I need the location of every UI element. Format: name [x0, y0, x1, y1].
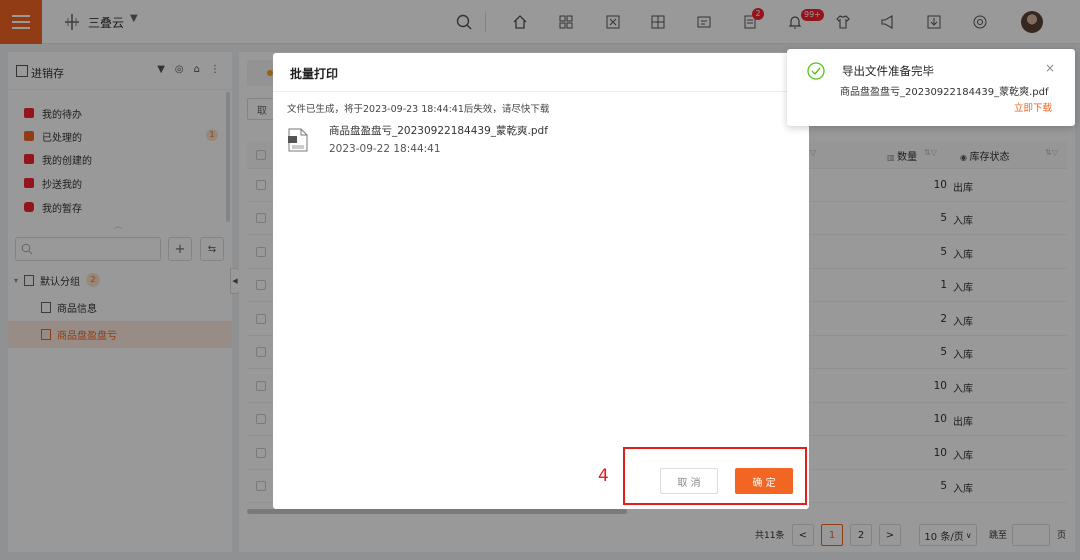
batch-print-dialog: 批量打印 文件已生成，将于2023-09-23 18:44:41后失效，请尽快下… [273, 53, 809, 509]
highlight-annotation-box [623, 447, 807, 505]
step-number-annotation: 4 [598, 466, 609, 486]
file-timestamp: 2023-09-22 18:44:41 [329, 143, 441, 155]
expiry-notice: 文件已生成，将于2023-09-23 18:44:41后失效，请尽快下载 [287, 104, 550, 115]
download-now-link[interactable]: 立即下载 [1014, 100, 1052, 114]
close-icon[interactable]: × [1045, 61, 1055, 75]
file-name-link[interactable]: 商品盘盈盘亏_20230922184439_蒙乾爽.pdf [329, 123, 548, 138]
pdf-file-icon[interactable] [288, 128, 308, 152]
dialog-title: 批量打印 [290, 67, 339, 81]
toast-file-name: 商品盘盈盘亏_20230922184439_蒙乾爽.pdf [840, 87, 1049, 98]
success-check-icon [807, 62, 825, 80]
export-toast: 导出文件准备完毕 × 商品盘盈盘亏_20230922184439_蒙乾爽.pdf… [787, 49, 1075, 126]
toast-title: 导出文件准备完毕 [842, 64, 934, 78]
dialog-divider [273, 91, 809, 92]
